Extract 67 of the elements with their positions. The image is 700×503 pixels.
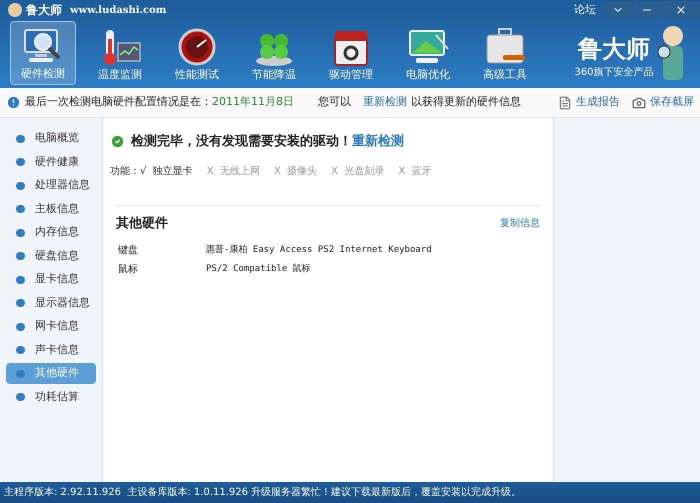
status-text: 主程序版本: 2.92.11.926 主设备库版本: 1.0.11.926 升级服务器繁忙！建议下载最新版后，覆盖安装以完成升级。: [4, 486, 522, 500]
features-label: 功能：: [110, 164, 140, 178]
sidebar-item[interactable]: 显卡信息: [6, 269, 96, 290]
bullet-icon: [16, 393, 25, 401]
hardware-name: 鼠标: [118, 262, 139, 277]
feature-item: X 蓝牙: [398, 164, 432, 178]
toolbar-tab[interactable]: 高级工具: [472, 21, 538, 85]
recheck-link[interactable]: 重新检测: [363, 94, 407, 111]
bullet-icon: [16, 276, 25, 284]
document-icon: [558, 96, 572, 110]
feature-item: √ 独立显卡: [140, 164, 193, 178]
minimize-button[interactable]: [633, 1, 661, 19]
bullet-icon: [16, 205, 25, 213]
bullet-icon: [16, 370, 25, 378]
sidebar-item[interactable]: 硬盘信息: [6, 246, 96, 266]
last-check-date: 2011年11月8日: [212, 94, 294, 110]
brand-tagline: 360旗下安全产品: [574, 66, 654, 80]
bullet-icon: [16, 134, 25, 142]
bullet-icon: [16, 346, 25, 354]
hardware-value: PS/2 Compatible 鼠标: [206, 262, 311, 276]
hardware-name: 键盘: [118, 244, 139, 258]
website-url: www.ludashi.com: [70, 4, 166, 18]
info-icon: [6, 95, 21, 110]
sidebar-item[interactable]: 硬件健康: [6, 152, 96, 172]
sidebar-item[interactable]: 电脑概览: [6, 128, 96, 149]
success-icon: [110, 134, 125, 150]
camera-icon: [632, 96, 646, 110]
bullet-icon: [16, 299, 25, 307]
bullet-icon: [16, 182, 25, 190]
bullet-icon: [16, 228, 25, 236]
forum-link[interactable]: 论坛: [574, 2, 596, 18]
sidebar-item[interactable]: 处理器信息: [6, 175, 96, 196]
sidebar-item[interactable]: 主板信息: [6, 198, 96, 220]
info-text: 最后一次检测电脑硬件配置情况是在：: [25, 94, 212, 110]
hardware-value: 惠普-康柏 Easy Access PS2 Internet Keyboard: [206, 244, 432, 257]
section-title: 其他硬件: [116, 214, 168, 232]
toolbar-tab[interactable]: 节能降温: [241, 21, 307, 85]
report-button[interactable]: 生成报告: [558, 94, 620, 111]
bullet-icon: [16, 252, 25, 260]
recheck-link[interactable]: 重新检测: [352, 132, 404, 152]
sidebar-item[interactable]: 网卡信息: [6, 316, 96, 337]
result-message: 检测完毕，没有发现需要安装的驱动！: [131, 132, 352, 151]
toolbar-tab[interactable]: 性能测试: [164, 21, 230, 85]
feature-item: X 无线上网: [206, 164, 260, 178]
sidebar-item[interactable]: 显示器信息: [6, 292, 96, 314]
copy-info-link[interactable]: 复制信息: [500, 216, 540, 231]
hint-text: 您可以: [318, 94, 351, 110]
toolbar-tab[interactable]: 电脑优化: [395, 21, 461, 85]
bullet-icon: [16, 322, 25, 330]
feature-item: X 光盘刻录: [331, 164, 384, 178]
menu-button[interactable]: [604, 1, 632, 19]
hint-text: 以获得更新的硬件信息: [411, 94, 521, 110]
screenshot-button[interactable]: 保存截屏: [632, 94, 694, 111]
sidebar-item[interactable]: 声卡信息: [6, 340, 96, 360]
toolbar-tab[interactable]: 温度监测: [87, 21, 153, 85]
sidebar-item[interactable]: 其他硬件: [6, 363, 96, 384]
brand-logo: 鲁大师: [576, 34, 651, 65]
toolbar-tab[interactable]: 驱动管理: [318, 21, 384, 85]
app-icon: [8, 3, 22, 17]
close-icon: [675, 4, 687, 16]
bullet-icon: [16, 158, 25, 166]
close-button[interactable]: [662, 1, 700, 19]
feature-item: X 摄像头: [274, 164, 318, 178]
toolbar-tab[interactable]: 硬件检测: [10, 21, 76, 85]
window-title: 鲁大师: [26, 2, 62, 19]
sidebar-item[interactable]: 功耗估算: [6, 386, 96, 408]
sidebar-item[interactable]: 内存信息: [6, 222, 96, 243]
